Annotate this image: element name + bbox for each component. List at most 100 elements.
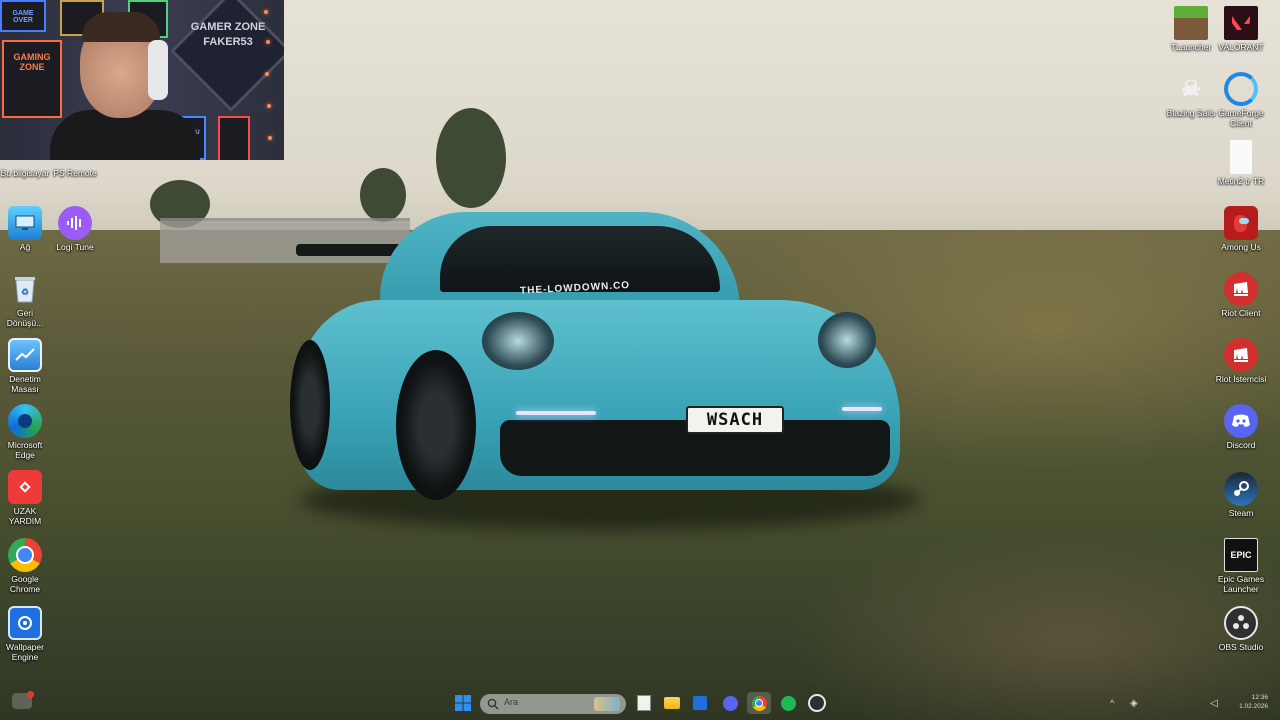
tlauncher-icon: [1174, 6, 1208, 40]
desktop-icon-label: PS Remote: [53, 168, 97, 178]
chrome-icon: [751, 695, 767, 711]
wallpaper-tree: [436, 108, 506, 208]
desktop-icon-edge[interactable]: Microsoft Edge: [0, 404, 58, 460]
desktop-icon-gameforge[interactable]: GameForge Client: [1208, 72, 1274, 128]
poster: GAMING ZONE: [2, 40, 62, 118]
headset: [148, 40, 168, 100]
desktop-icon-label: Riot Client: [1221, 308, 1261, 318]
desktop-icon-metin2-file[interactable]: Metin2 tr TR: [1208, 140, 1274, 186]
desktop-icon-label: Metin2 tr TR: [1217, 176, 1265, 186]
desktop-icon-label: Geri Dönüşü...: [6, 308, 44, 328]
fairy-light: [266, 40, 270, 44]
poster: [218, 116, 250, 160]
desktop-icon-label: OBS Studio: [1218, 642, 1264, 652]
car-headlight: [818, 312, 876, 368]
start-button[interactable]: [451, 692, 475, 714]
tray-chevron-icon[interactable]: ^: [1110, 698, 1120, 708]
tray-network-icon[interactable]: ◈: [1130, 698, 1142, 709]
poster: GAME OVER: [0, 0, 46, 32]
desktop-icon-among-us[interactable]: Among Us: [1208, 206, 1274, 252]
license-plate: WSACH: [686, 406, 784, 434]
ps-remote-icon: [58, 152, 92, 166]
desktop-icon-logi-tune[interactable]: Logi Tune: [42, 206, 108, 252]
fairy-light: [264, 10, 268, 14]
clock-date: 1.02.2026: [1239, 703, 1268, 710]
wallpaper-engine-icon: [8, 606, 42, 640]
taskbar-search[interactable]: Ara: [480, 694, 626, 714]
desktop-icon-label: Google Chrome: [9, 574, 41, 594]
car-wing: [296, 244, 406, 256]
car-wheel: [290, 340, 330, 470]
taskbar-discord[interactable]: [718, 692, 742, 714]
control-panel-icon: [8, 338, 42, 372]
desktop-icon-control-panel[interactable]: Denetim Masası: [0, 338, 58, 394]
desktop-icon-label: Discord: [1226, 440, 1256, 450]
notification-badge-icon: [27, 691, 34, 698]
desktop-icon-ps-remote[interactable]: PS Remote: [42, 152, 108, 178]
desktop-icon-chrome[interactable]: Google Chrome: [0, 538, 58, 594]
desktop-icon-valorant[interactable]: VALORANT: [1208, 6, 1274, 52]
weather-widget[interactable]: [12, 691, 34, 709]
poster-text: GAME OVER: [12, 10, 34, 24]
fairy-light: [267, 104, 271, 108]
desktop-icon-epic-games[interactable]: EPIC Epic Games Launcher: [1208, 538, 1274, 594]
desktop-icon-riot-client[interactable]: Riot Client: [1208, 272, 1274, 318]
discord-icon: [1224, 404, 1258, 438]
clock-time: 12:36: [1251, 694, 1268, 701]
svg-text:♻: ♻: [21, 287, 29, 297]
file-explorer-icon: [637, 695, 651, 711]
wallpaper-tree: [360, 168, 406, 222]
desktop-icon-label: Logi Tune: [56, 242, 94, 252]
desktop-icon-wallpaper-engine[interactable]: Wallpaper Engine: [0, 606, 58, 662]
desktop-icon-riot-istemcisi[interactable]: Riot İstemcisi: [1208, 338, 1274, 384]
webcam-overlay: GAME OVER GAMING ZONE ARE YOU READY GAME…: [0, 0, 284, 160]
car-wheel: [396, 350, 476, 500]
blazing-sails-icon: ☠: [1181, 76, 1201, 101]
search-highlight-icon: [594, 697, 620, 711]
riot-istemcisi-icon: [1224, 338, 1258, 372]
taskbar-file-explorer[interactable]: [632, 692, 656, 714]
taskbar-folder[interactable]: [660, 692, 684, 714]
steam-icon: [1224, 472, 1258, 506]
start-icon: [455, 695, 471, 711]
taskbar-obs[interactable]: [805, 692, 829, 714]
search-placeholder: Ara: [504, 697, 519, 707]
riot-client-icon: [1224, 272, 1258, 306]
desktop-icon-label: Denetim Masası: [9, 374, 41, 394]
desktop-icon-label: Epic Games Launcher: [1217, 574, 1265, 594]
obs-icon: [808, 694, 826, 712]
desktop-icon-steam[interactable]: Steam: [1208, 472, 1274, 518]
chrome-icon: [8, 538, 42, 572]
store-icon: [693, 696, 707, 710]
desktop-icon-label: Steam: [1228, 508, 1254, 518]
computer-icon: [8, 152, 42, 166]
network-icon: [8, 206, 42, 240]
gamer-zone-sign: [170, 0, 284, 112]
search-icon: [487, 698, 499, 710]
desktop-icon-recycle-bin[interactable]: ♻ Geri Dönüşü...: [0, 272, 58, 328]
logi-tune-icon: [58, 206, 92, 240]
folder-icon: [664, 697, 680, 709]
taskbar-store[interactable]: [688, 692, 712, 714]
taskbar-chrome[interactable]: [747, 692, 771, 714]
desktop-icon-label: UZAK YARDIM: [8, 506, 42, 526]
recycle-bin-icon: ♻: [8, 272, 42, 306]
car-headlight: [482, 312, 554, 370]
desktop-icon-discord[interactable]: Discord: [1208, 404, 1274, 450]
desktop-icon-remote-help[interactable]: UZAK YARDIM: [0, 470, 58, 526]
desktop-icon-obs[interactable]: OBS Studio: [1208, 606, 1274, 652]
car-drl: [842, 407, 882, 411]
epic-games-icon: EPIC: [1224, 538, 1258, 572]
fairy-light: [265, 72, 269, 76]
desktop-icon-label: GameForge Client: [1218, 108, 1264, 128]
streamer-hair: [82, 12, 160, 42]
anydesk-icon: [8, 470, 42, 504]
fairy-light: [268, 136, 272, 140]
desktop-icon-label: Wallpaper Engine: [6, 642, 44, 662]
car-drl: [516, 411, 596, 415]
taskbar-spotify[interactable]: [776, 692, 800, 714]
file-icon: [1230, 140, 1252, 174]
tray-clock[interactable]: 12:36 1.02.2026: [1218, 693, 1268, 711]
poster-text: GAMING ZONE: [13, 52, 51, 72]
gameforge-icon: [1224, 72, 1258, 106]
